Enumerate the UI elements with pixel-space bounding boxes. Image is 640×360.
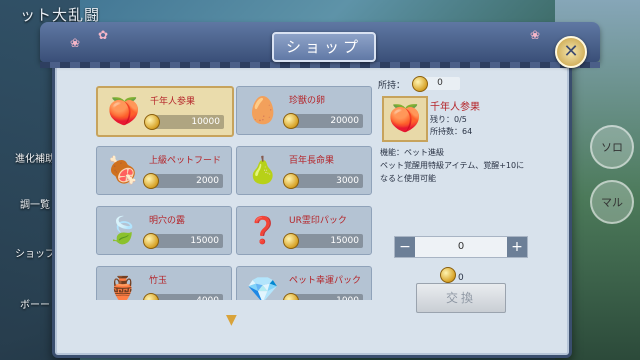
coin-icon [143, 233, 159, 249]
item-grid: 🍑 千年人参果 10000 🥚 珍獣の卵 20000 🍖 上級ペットフード 20… [92, 78, 374, 300]
detail-owned: 所持数：64 [430, 127, 473, 136]
item-price: 2000 [143, 173, 223, 189]
item-price: 3000 [283, 173, 363, 189]
blossom-icon: ❀ [530, 28, 541, 42]
item-price: 4000 [143, 293, 223, 300]
item-name: 百年長命果 [289, 156, 335, 166]
treasure-chest-icon: 💎 [246, 276, 280, 300]
shop-item[interactable]: 🍐 百年長命果 3000 [236, 146, 372, 195]
side-button-multi[interactable]: マル [590, 180, 634, 224]
side-button-solo[interactable]: ソロ [590, 125, 634, 169]
exchange-button[interactable]: 交換 [416, 283, 506, 313]
coin-icon [283, 173, 299, 189]
item-name: 珍獣の卵 [289, 96, 326, 106]
blossom-icon: ✿ [98, 28, 109, 42]
item-price: 1000 [283, 293, 363, 300]
shop-item[interactable]: 🍃 明穴の露 15000 [96, 206, 232, 255]
close-button[interactable]: ✕ [555, 36, 587, 68]
scroll-down-icon[interactable]: ▼ [226, 312, 237, 328]
coin-icon [440, 267, 456, 283]
quantity-stepper: − 0 + [394, 236, 528, 258]
longevity-fruit-icon: 🍐 [246, 156, 280, 186]
coin-icon [143, 293, 159, 300]
quantity-value[interactable]: 0 [415, 237, 507, 257]
item-price: 10000 [144, 114, 224, 130]
shop-item[interactable]: ❓ UR霊印パック 15000 [236, 206, 372, 255]
coin-icon [412, 76, 428, 92]
item-name: 上級ペットフード [149, 156, 222, 166]
page-title: ショップ [272, 32, 376, 62]
item-name: 千年人参果 [150, 97, 196, 107]
item-price: 15000 [283, 233, 363, 249]
item-price: 15000 [143, 233, 223, 249]
detail-item-name: 千年人参果 [430, 102, 480, 113]
coin-icon [143, 173, 159, 189]
coin-icon [283, 233, 299, 249]
coin-icon [283, 113, 299, 129]
shop-item[interactable]: 🍖 上級ペットフード 2000 [96, 146, 232, 195]
shop-item[interactable]: 🥚 珍獣の卵 20000 [236, 86, 372, 135]
pet-food-icon: 🍖 [106, 156, 140, 186]
bamboo-jar-icon: 🏺 [106, 276, 140, 300]
dew-leaf-icon: 🍃 [106, 216, 140, 246]
detail-description: 機能：ペット進級 ペット覚醒用特級アイテム、覚醒+10に なると使用可能 [380, 148, 525, 183]
item-name: UR霊印パック [289, 216, 347, 226]
item-price: 20000 [283, 113, 363, 129]
coin-icon [144, 114, 160, 130]
detail-remaining: 残り：0/5 [430, 115, 467, 124]
minus-button[interactable]: − [395, 237, 415, 257]
close-icon: ✕ [563, 41, 579, 62]
ginseng-fruit-icon: 🍑 [107, 97, 141, 127]
holding-value: 0 [412, 76, 460, 92]
shop-item[interactable]: 💎 ペット幸運パック 1000 [236, 266, 372, 300]
holding-label: 所持： [378, 81, 406, 91]
item-name: 竹玉 [149, 276, 168, 286]
mystery-pack-icon: ❓ [246, 216, 280, 246]
total-cost: 0 [440, 264, 464, 283]
ginseng-fruit-icon: 🍑 [382, 96, 428, 142]
item-name: ペット幸運パック [289, 276, 362, 286]
blossom-icon: ❀ [70, 36, 81, 50]
plus-button[interactable]: + [507, 237, 527, 257]
shop-item[interactable]: 🍑 千年人参果 10000 [96, 86, 234, 137]
shop-item[interactable]: 🏺 竹玉 4000 [96, 266, 232, 300]
egg-icon: 🥚 [246, 96, 280, 126]
item-name: 明穴の露 [149, 216, 186, 226]
coin-icon [283, 293, 299, 300]
